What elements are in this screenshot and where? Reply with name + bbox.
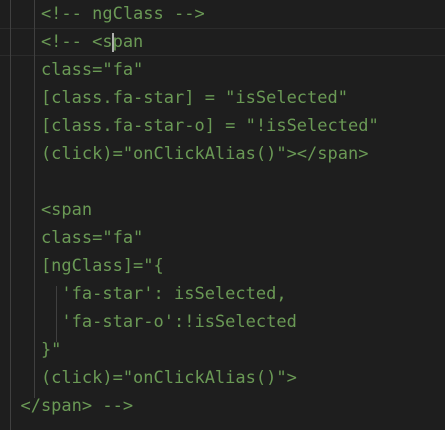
code-line[interactable]: [class.fa-star] = "isSelected" [0,84,348,112]
code-line[interactable]: <span [0,196,92,224]
code-editor[interactable]: <!-- ngClass --> <!-- <span class="fa" [… [0,0,445,430]
code-line[interactable]: 'fa-star-o':!isSelected [0,308,296,336]
code-line[interactable]: (click)="onClickAlias()"> [0,364,297,392]
code-line[interactable]: class="fa" [0,56,143,84]
code-line[interactable]: [ngClass]="{ [0,252,164,280]
code-line[interactable]: <!-- <span [0,28,143,56]
code-line[interactable]: class="fa" [0,224,143,252]
code-line[interactable]: }" [0,336,61,364]
code-line[interactable]: [class.fa-star-o] = "!isSelected" [0,112,379,140]
code-line[interactable]: 'fa-star': isSelected, [0,280,286,308]
code-line[interactable]: (click)="onClickAlias()"></span> [0,140,369,168]
code-line[interactable]: </span> --> [0,392,133,420]
code-line[interactable]: <!-- ngClass --> [0,0,205,28]
